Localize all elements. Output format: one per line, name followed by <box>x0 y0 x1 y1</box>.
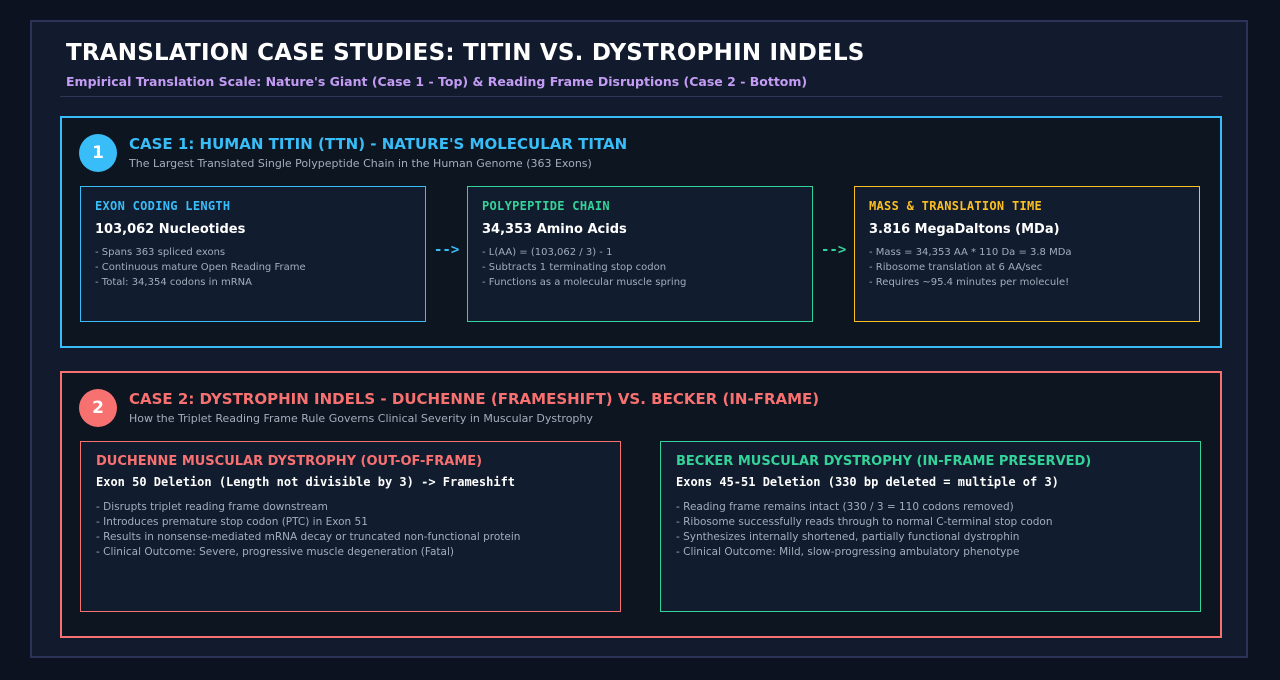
page-title: TRANSLATION CASE STUDIES: TITIN VS. DYST… <box>66 40 865 66</box>
card-details: - Reading frame remains intact (330 / 3 … <box>676 500 1053 560</box>
detail-line: - Spans 363 spliced exons <box>95 247 226 258</box>
detail-line: - L(AA) = (103,062 / 3) - 1 <box>482 247 613 258</box>
case2-subtitle: How the Triplet Reading Frame Rule Gover… <box>129 412 593 425</box>
card-title: DUCHENNE MUSCULAR DYSTROPHY (OUT-OF-FRAM… <box>96 454 483 469</box>
card-title: POLYPEPTIDE CHAIN <box>482 199 610 213</box>
detail-line: - Results in nonsense-mediated mRNA deca… <box>96 531 521 543</box>
detail-line: - Subtracts 1 terminating stop codon <box>482 262 667 273</box>
detail-line: - Disrupts triplet reading frame downstr… <box>96 501 328 513</box>
card-title: MASS & TRANSLATION TIME <box>869 199 1043 213</box>
card-value: Exons 45-51 Deletion (330 bp deleted = m… <box>676 475 1059 489</box>
detail-line: - Total: 34,354 codons in mRNA <box>95 277 252 288</box>
case1-title: CASE 1: HUMAN TITIN (TTN) - NATURE'S MOL… <box>129 135 628 153</box>
card-details: - Mass = 34,353 AA * 110 Da = 3.8 MDa - … <box>869 245 1072 290</box>
main-frame: TRANSLATION CASE STUDIES: TITIN VS. DYST… <box>30 20 1248 658</box>
card-value: 34,353 Amino Acids <box>482 222 627 237</box>
card-details: - Spans 363 spliced exons - Continuous m… <box>95 245 306 290</box>
detail-line: - Clinical Outcome: Severe, progressive … <box>96 546 454 558</box>
case2-number-badge: 2 <box>79 389 117 427</box>
card-title: EXON CODING LENGTH <box>95 199 231 213</box>
card-details: - L(AA) = (103,062 / 3) - 1 - Subtracts … <box>482 245 686 290</box>
case1-panel: 1 CASE 1: HUMAN TITIN (TTN) - NATURE'S M… <box>60 116 1222 348</box>
detail-line: - Requires ~95.4 minutes per molecule! <box>869 277 1070 288</box>
mass-translation-time-card: MASS & TRANSLATION TIME 3.816 MegaDalton… <box>854 186 1200 322</box>
card-value: 103,062 Nucleotides <box>95 222 246 237</box>
detail-line: - Ribosome translation at 6 AA/sec <box>869 262 1043 273</box>
card-title: BECKER MUSCULAR DYSTROPHY (IN-FRAME PRES… <box>676 454 1092 469</box>
detail-line: - Functions as a molecular muscle spring <box>482 277 687 288</box>
case1-subtitle: The Largest Translated Single Polypeptid… <box>129 157 592 170</box>
card-value: 3.816 MegaDaltons (MDa) <box>869 222 1060 237</box>
polypeptide-chain-card: POLYPEPTIDE CHAIN 34,353 Amino Acids - L… <box>467 186 813 322</box>
duchenne-card: DUCHENNE MUSCULAR DYSTROPHY (OUT-OF-FRAM… <box>80 441 621 612</box>
detail-line: - Reading frame remains intact (330 / 3 … <box>676 501 1014 513</box>
detail-line: - Introduces premature stop codon (PTC) … <box>96 516 368 528</box>
exon-coding-length-card: EXON CODING LENGTH 103,062 Nucleotides -… <box>80 186 426 322</box>
detail-line: - Mass = 34,353 AA * 110 Da = 3.8 MDa <box>869 247 1072 258</box>
becker-card: BECKER MUSCULAR DYSTROPHY (IN-FRAME PRES… <box>660 441 1201 612</box>
detail-line: - Clinical Outcome: Mild, slow-progressi… <box>676 546 1020 558</box>
page-subtitle: Empirical Translation Scale: Nature's Gi… <box>66 74 808 89</box>
detail-line: - Continuous mature Open Reading Frame <box>95 262 306 273</box>
case2-title: CASE 2: DYSTROPHIN INDELS - DUCHENNE (FR… <box>129 390 820 408</box>
detail-line: - Ribosome successfully reads through to… <box>676 516 1053 528</box>
detail-line: - Synthesizes internally shortened, part… <box>676 531 1020 543</box>
flow-arrow-2: --> <box>821 242 847 258</box>
case2-panel: 2 CASE 2: DYSTROPHIN INDELS - DUCHENNE (… <box>60 371 1222 638</box>
card-details: - Disrupts triplet reading frame downstr… <box>96 500 520 560</box>
header-divider <box>60 96 1222 97</box>
flow-arrow-1: --> <box>434 242 460 258</box>
case1-number-badge: 1 <box>79 134 117 172</box>
card-value: Exon 50 Deletion (Length not divisible b… <box>96 475 516 489</box>
